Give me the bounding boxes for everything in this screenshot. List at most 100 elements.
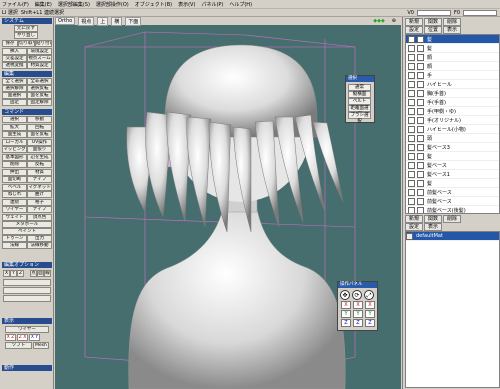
command-button[interactable]: 連続 — [2, 198, 27, 206]
visibility-checkbox-icon[interactable] — [408, 116, 415, 124]
toon-button[interactable]: トゥーン — [2, 235, 27, 242]
object-position-tab[interactable]: 位置 — [424, 26, 443, 34]
output-button[interactable]: 出力 — [27, 235, 52, 242]
view-zoom-button[interactable]: 視点ズーム — [27, 55, 52, 62]
paint-button[interactable]: ペイント — [2, 228, 52, 235]
face-select-button[interactable]: 面選択 — [2, 92, 27, 99]
view-xz-button[interactable]: X Z — [5, 334, 16, 341]
command-button[interactable]: ワイヤー — [2, 206, 27, 213]
wireframe-button[interactable]: ワイヤー — [5, 326, 49, 333]
object-display-tab[interactable]: 表示 — [443, 26, 462, 34]
visibility-checkbox-icon[interactable] — [408, 80, 415, 88]
command-button[interactable]: UV操作 — [27, 138, 52, 146]
view-zx-button[interactable]: Z X — [17, 334, 28, 341]
menu-file[interactable]: ファイル(F) — [2, 1, 29, 8]
lock-checkbox-icon[interactable] — [417, 53, 424, 61]
toolbar-select-continuous[interactable]: Shift+L1 連続選択 — [21, 9, 64, 16]
view-xy-button[interactable]: X Y — [29, 334, 40, 341]
metaball-button[interactable]: メタボール — [2, 221, 52, 228]
lock-checkbox-icon[interactable] — [417, 62, 424, 70]
visibility-checkbox-icon[interactable] — [408, 71, 415, 79]
cut-button[interactable]: 切り取り — [18, 40, 35, 47]
visibility-checkbox-icon[interactable] — [408, 170, 415, 178]
material-settings-button[interactable]: 材質設定 — [27, 62, 52, 69]
lock-checkbox-icon[interactable] — [417, 197, 424, 205]
select-brush-button[interactable]: ブラシ選択 — [348, 112, 371, 124]
op-z-1[interactable]: Z — [341, 319, 351, 327]
viewport-tab-top[interactable]: 上 — [97, 16, 109, 26]
option-row-4[interactable] — [3, 295, 51, 302]
scale-icon[interactable]: ⤢ — [364, 290, 374, 300]
op-y-2[interactable]: Y — [353, 310, 363, 318]
visibility-checkbox-icon[interactable] — [408, 53, 415, 61]
object-list-item[interactable]: 手(甲側・ゆ) — [406, 107, 499, 116]
object-list-item[interactable]: 頭 — [406, 134, 499, 143]
lock-checkbox-icon[interactable] — [417, 170, 424, 178]
material-func-tab[interactable]: 関数 — [424, 215, 443, 223]
insert-button[interactable]: 挿入 — [2, 48, 27, 55]
command-button[interactable]: ウェイト — [2, 213, 27, 221]
select-belt-button[interactable]: ベルト — [348, 98, 371, 105]
command-button[interactable]: 移動 — [27, 116, 52, 123]
material-new-tab[interactable]: 新規 — [405, 215, 424, 223]
object-list-item[interactable]: 手(手首) — [406, 98, 499, 107]
object-list-item[interactable]: 顔 — [406, 62, 499, 71]
lock-checkbox-icon[interactable] — [417, 89, 424, 97]
lock-button[interactable]: 固定 — [2, 99, 27, 106]
object-list-item[interactable]: 前髪ベース — [406, 197, 499, 206]
material-item[interactable]: defaultMat — [406, 232, 499, 241]
lock-checkbox-icon[interactable] — [417, 44, 424, 52]
object-list-item[interactable]: 髪 — [406, 179, 499, 188]
object-list-item[interactable]: 手 — [406, 71, 499, 80]
menu-edit[interactable]: 編集(E) — [35, 1, 52, 8]
object-list-item[interactable]: 胸(手首) — [406, 89, 499, 98]
op-x-1[interactable]: X — [341, 301, 351, 309]
lock-checkbox-icon[interactable] — [417, 80, 424, 88]
object-list-item[interactable]: 前髪ベース — [406, 188, 499, 197]
object-func-tab[interactable]: 関数 — [424, 18, 443, 26]
menu-select-op[interactable]: 選択部操作(O) — [96, 1, 129, 8]
menu-object[interactable]: オブジェクト(B) — [135, 1, 172, 8]
visibility-checkbox-icon[interactable] — [408, 62, 415, 70]
command-button[interactable]: 面生成 — [2, 131, 27, 138]
save-button[interactable]: 保存 — [2, 40, 18, 47]
menu-select-edit[interactable]: 選択部編集(S) — [58, 1, 90, 8]
redo-button[interactable]: やり直し — [14, 32, 38, 39]
command-button[interactable]: ナイフ — [27, 206, 52, 213]
op-x-2[interactable]: X — [353, 301, 363, 309]
menu-panel[interactable]: パネル(P) — [201, 1, 223, 8]
viewport-tab-view[interactable]: 視点 — [78, 16, 95, 26]
lock-checkbox-icon[interactable] — [417, 179, 424, 187]
command-button[interactable]: 材質 — [27, 168, 52, 176]
visibility-checkbox-icon[interactable] — [408, 161, 415, 169]
object-list-item[interactable]: 顔 — [406, 53, 499, 62]
toolbar-select-mode[interactable]: LI 選択 — [2, 9, 18, 16]
option-row-3[interactable] — [3, 287, 51, 294]
move-icon[interactable]: ✥ — [340, 290, 350, 300]
axis-x-toggle[interactable]: X — [3, 270, 10, 277]
command-button[interactable]: 辺を生成 — [27, 153, 52, 161]
visibility-checkbox-icon[interactable] — [408, 188, 415, 196]
command-button[interactable]: 基本図形 — [2, 153, 27, 161]
command-button[interactable]: ナイフ — [27, 176, 52, 183]
op-y-1[interactable]: Y — [341, 310, 351, 318]
object-delete-tab[interactable]: 削除 — [443, 18, 462, 26]
command-button[interactable]: 曲げ — [27, 191, 52, 198]
lock-checkbox-icon[interactable] — [417, 125, 424, 133]
visibility-checkbox-icon[interactable] — [408, 179, 415, 187]
material-settings-tab[interactable]: 設定 — [405, 223, 424, 231]
paste-button[interactable]: 貼り付け — [35, 40, 52, 47]
visibility-checkbox-icon[interactable] — [408, 98, 415, 106]
command-button[interactable]: 面を反転 — [27, 131, 52, 138]
deselect-all-button[interactable]: 全非選択 — [27, 78, 52, 85]
lock-checkbox-icon[interactable] — [417, 152, 424, 160]
lock-checkbox-icon[interactable] — [417, 188, 424, 196]
object-list-item[interactable]: 髪ベース — [406, 161, 499, 170]
object-list-item[interactable]: 髪ベース3 — [406, 143, 499, 152]
command-button[interactable]: ローカル — [2, 138, 27, 146]
command-button[interactable]: 押出 — [2, 168, 27, 176]
lock-checkbox-icon[interactable] — [417, 35, 424, 43]
option-row-2[interactable] — [3, 279, 51, 286]
lock-checkbox-icon[interactable] — [417, 206, 424, 213]
select-invert-button[interactable]: 選択反転 — [27, 85, 52, 92]
